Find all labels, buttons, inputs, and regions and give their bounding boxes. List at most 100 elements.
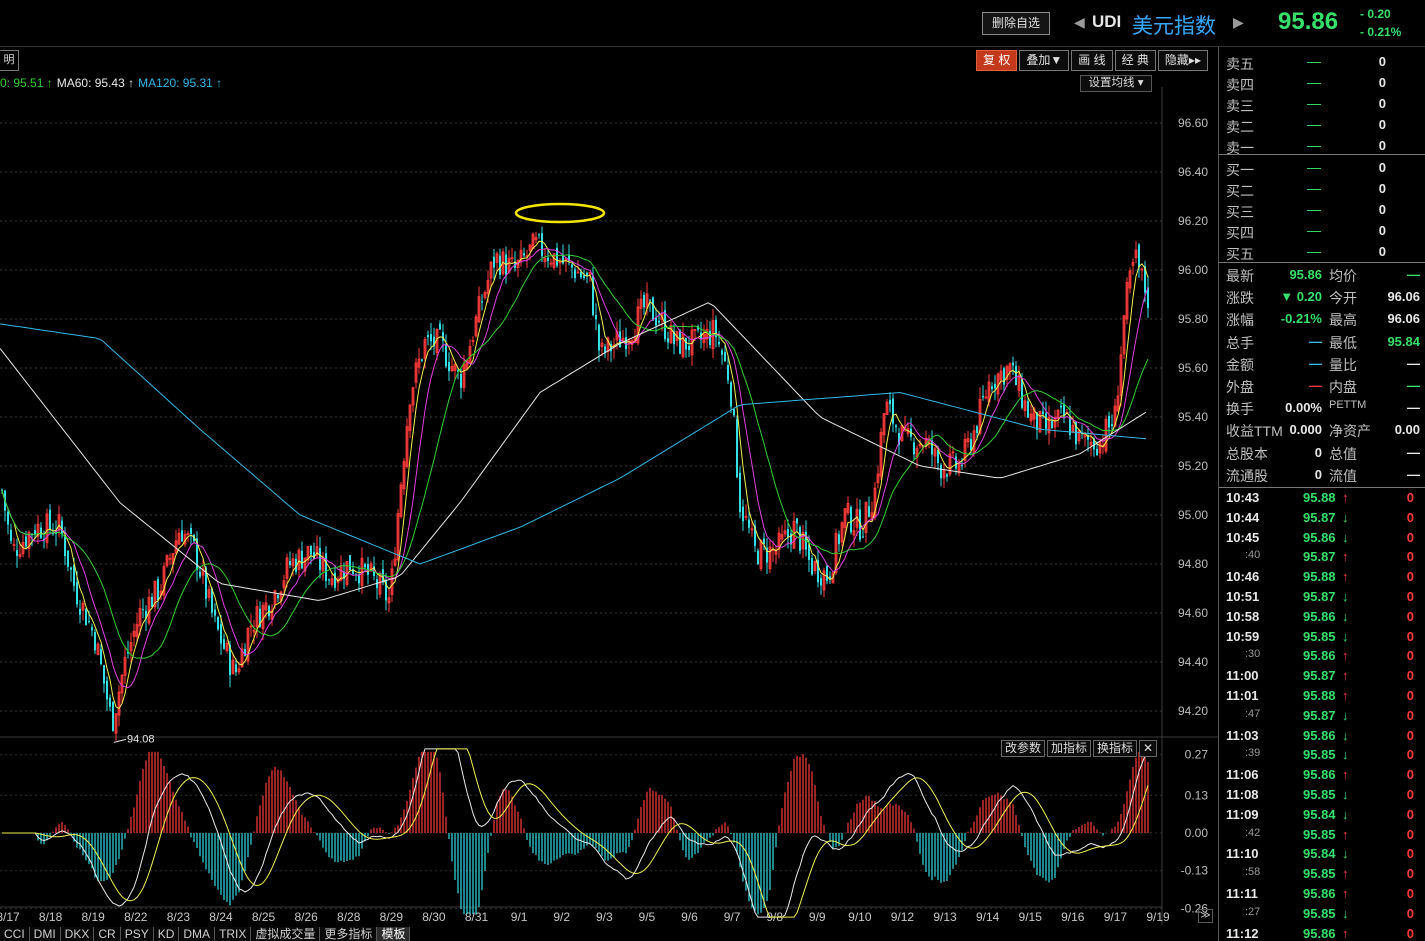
candle [1036, 411, 1038, 440]
candle [120, 673, 124, 705]
tick-volume: 0 [1406, 846, 1414, 862]
quote-row: 最新 95.86 均价 — [1219, 265, 1425, 286]
candle [783, 519, 787, 538]
price-tick-label: 96.20 [1178, 214, 1208, 228]
tick-volume: 0 [1406, 727, 1414, 743]
candle [289, 551, 291, 569]
candle [885, 398, 889, 415]
candle [586, 271, 588, 284]
delete-watchlist-button[interactable]: 删除自选 [982, 12, 1050, 35]
indicator-tab-8[interactable]: 虚拟成交量 [251, 927, 321, 941]
set-ma-button[interactable]: 设置均线 ▾ [1080, 75, 1152, 92]
indicator-button-2[interactable]: 换指标 [1093, 740, 1138, 757]
toolbar-button-1[interactable]: 叠加▼ [1019, 50, 1070, 71]
indicator-button-3[interactable]: ✕ [1139, 740, 1158, 757]
candle [1122, 315, 1126, 359]
next-symbol-icon[interactable]: ▶ [1233, 14, 1244, 31]
indicator-tab-0[interactable]: CCI [0, 927, 30, 941]
kline-chart[interactable]: 96.60 96.40 96.20 96.00 95.80 95.60 95.40 95.20… [0, 47, 1218, 941]
indicator-tab-2[interactable]: DKX [60, 927, 95, 941]
candle [94, 629, 96, 654]
bid-row: 买四 — 0 [1219, 220, 1425, 241]
tick-price: 95.88 [1303, 490, 1336, 505]
arrow-down-icon: ↓ [1342, 707, 1349, 723]
indicator-tab-6[interactable]: DMA [179, 927, 216, 941]
candle [408, 403, 412, 438]
indicator-tab-9[interactable]: 更多指标 [320, 927, 378, 941]
indicator-button-0[interactable]: 改参数 [1001, 740, 1046, 757]
bid-volume: 0 [1378, 181, 1386, 196]
date-tick-label: 9/14 [976, 910, 1000, 924]
arrow-up-icon: ↑ [1342, 648, 1349, 664]
tick-time: 11:01 [1226, 688, 1259, 703]
candle [705, 319, 709, 349]
candle [223, 633, 225, 650]
indicator-tab-4[interactable]: PSY [120, 927, 154, 941]
tick-price: 95.84 [1303, 846, 1336, 862]
tick-row: :40 95.87 ↑ 0 [1219, 549, 1425, 569]
tick-price: 95.88 [1303, 688, 1336, 703]
arrow-up-icon: ↑ [1342, 549, 1349, 565]
candle [325, 546, 327, 589]
indicator-button-1[interactable]: 加指标 [1047, 740, 1092, 757]
candle [433, 327, 435, 356]
candle [1047, 405, 1051, 445]
toolbar-button-0[interactable]: 复 权 [976, 50, 1018, 71]
tick-row: 11:11 95.86 ↑ 0 [1219, 886, 1425, 906]
tick-time: 10:59 [1226, 628, 1260, 644]
quote-row: 流通股 0 流值 — [1219, 465, 1425, 486]
indicator-tab-7[interactable]: TRIX [215, 927, 252, 941]
candle [766, 538, 768, 574]
candle [109, 694, 111, 712]
arrow-up-icon: ↑ [1342, 688, 1349, 703]
candle [957, 459, 961, 477]
candle [822, 567, 826, 598]
date-tick-label: 8/18 [39, 910, 63, 924]
toolbar-button-2[interactable]: 画 线 [1071, 50, 1113, 71]
ask-row: 卖五 — 0 [1219, 51, 1425, 72]
arrow-up-icon: ↑ [1342, 866, 1349, 882]
ma-long-line [1, 254, 1149, 659]
toolbar-button-4[interactable]: 隐藏▸▸ [1157, 50, 1208, 71]
candle [45, 508, 49, 549]
candle [639, 290, 643, 320]
candle [933, 446, 937, 469]
low-marker-label: 94.08 [127, 733, 155, 745]
candle [430, 323, 432, 351]
candle [574, 266, 576, 283]
ma-legend: 0: 95.51 ↑ MA60: 95.43 ↑ MA120: 95.31 ↑ [0, 76, 226, 90]
quote-value: — [1309, 355, 1322, 371]
price-tick-label: 95.80 [1178, 312, 1208, 326]
ask-price: — [1307, 74, 1321, 90]
tick-row: :47 95.87 ↓ 0 [1219, 708, 1425, 728]
candle [493, 249, 495, 280]
quote-value: — [1407, 378, 1420, 393]
bid-label: 买一 [1226, 162, 1254, 178]
toolbar-button-3[interactable]: 经 典 [1114, 50, 1156, 71]
prev-symbol-icon[interactable]: ◀ [1074, 14, 1085, 31]
scroll-right-button[interactable]: ≫ [1198, 909, 1213, 923]
date-tick-label: 8/29 [380, 910, 404, 924]
candle [355, 573, 357, 581]
candle [85, 608, 87, 626]
candle [142, 598, 144, 619]
quote-label: 收益TTM [1226, 423, 1283, 440]
date-tick-label: 8/22 [124, 910, 148, 924]
candle [376, 575, 378, 600]
ma-mid-line [1, 248, 1149, 689]
indicator-tab-10[interactable]: 模板 [377, 927, 411, 941]
period-menu-button[interactable]: 明 [0, 50, 19, 71]
tick-volume: 0 [1406, 866, 1414, 882]
tick-time: :58 [1245, 866, 1261, 879]
candle [1023, 395, 1027, 417]
indicator-tab-3[interactable]: CR [94, 927, 121, 941]
tick-time: 11:09 [1226, 806, 1259, 822]
indicator-tab-5[interactable]: KD [153, 927, 180, 941]
tick-time: :30 [1245, 648, 1261, 661]
date-tick-label: 9/1 [511, 910, 528, 924]
indicator-tab-1[interactable]: DMI [29, 927, 61, 941]
date-tick-label: 9/5 [639, 910, 656, 924]
tick-price: 95.86 [1303, 925, 1336, 941]
indicator-buttons: 改参数 加指标 换指标 ✕ [1001, 740, 1159, 757]
arrow-up-icon: ↑ [1342, 490, 1349, 505]
